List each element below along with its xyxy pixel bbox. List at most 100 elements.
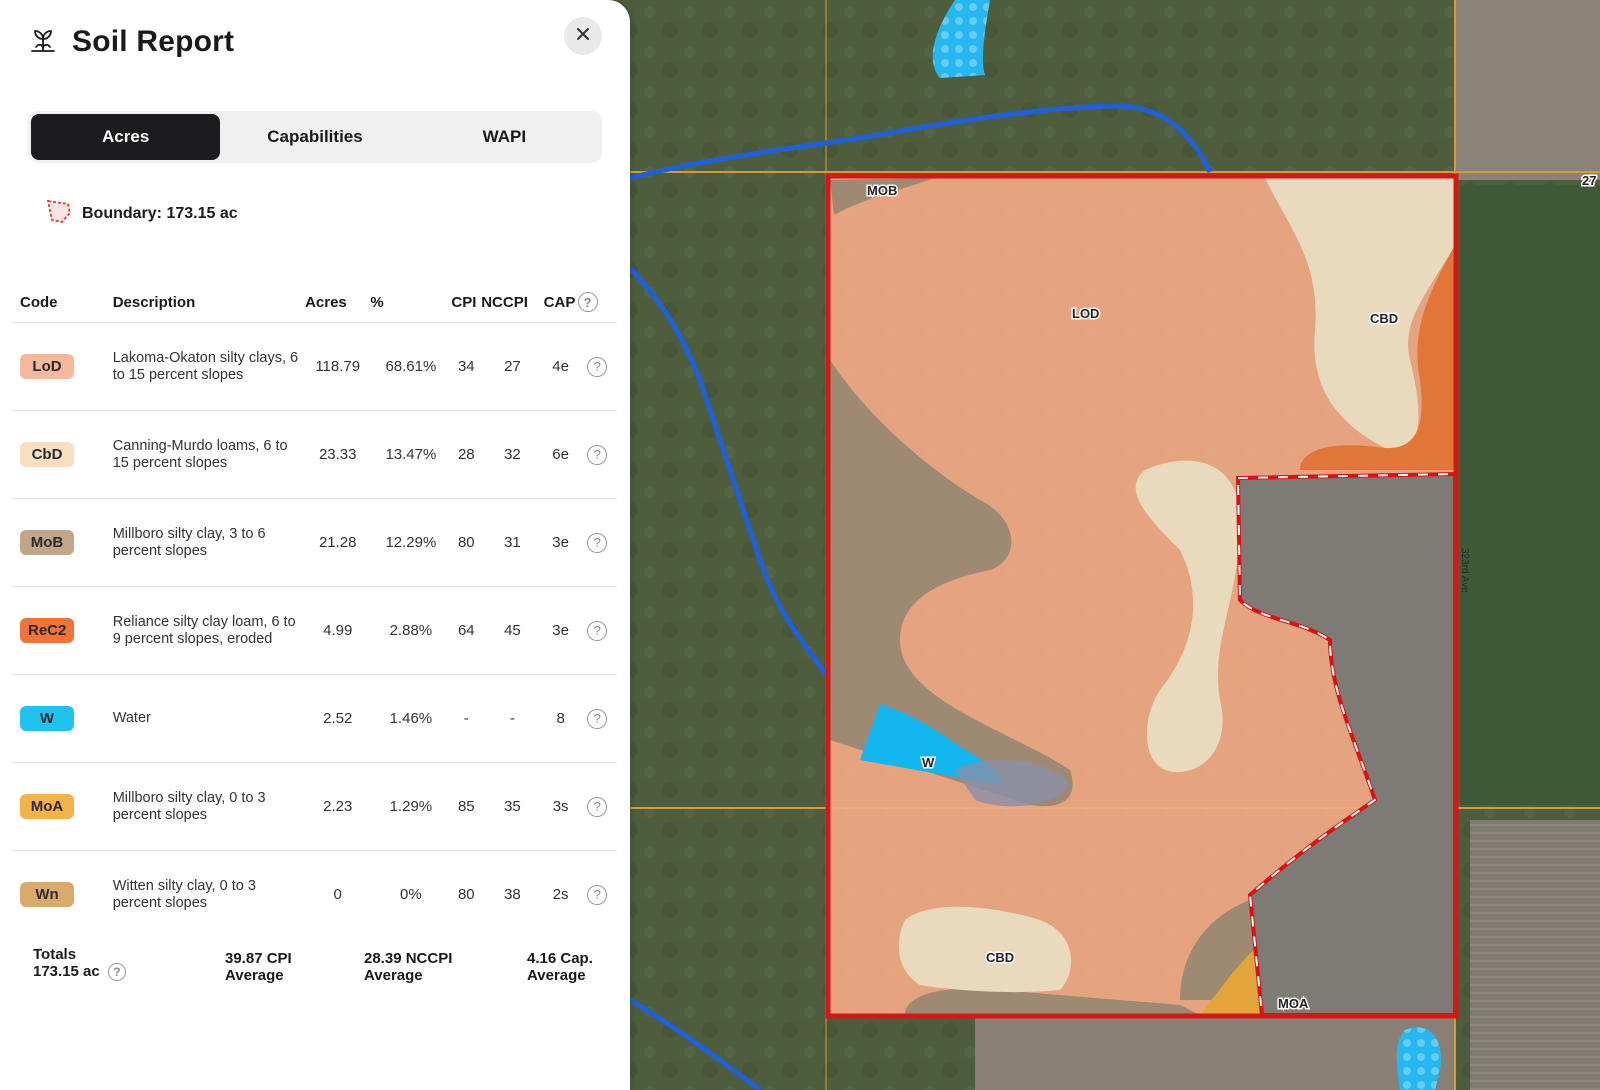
boundary-summary: Boundary: 173.15 ac: [44, 196, 238, 231]
table-row[interactable]: ReC2 Reliance silty clay loam, 6 to 9 per…: [12, 586, 617, 675]
row-help-cell: ?: [577, 850, 617, 938]
soil-table: Code Description Acres % CPI NCCPI CAP ?…: [12, 282, 617, 938]
col-cap[interactable]: CAP: [544, 282, 578, 323]
soil-cpi: 34: [451, 322, 482, 411]
map-label-cbd-bottom: CBD: [986, 950, 1014, 965]
totals-acres-line: 173.15 ac ?: [33, 963, 126, 982]
soil-cap: 3e: [543, 586, 578, 675]
help-icon[interactable]: ?: [577, 292, 598, 312]
table-row[interactable]: W Water 2.52 1.46% - -8?: [12, 674, 617, 763]
soil-code-badge: CbD: [20, 442, 74, 467]
map-label-edge: 27: [1582, 173, 1596, 188]
soil-nccpi: 38: [481, 850, 544, 938]
close-icon[interactable]: [575, 26, 591, 47]
field-boundary[interactable]: [825, 173, 1459, 1019]
tab-acres[interactable]: Acres: [31, 114, 221, 160]
soil-percent: 1.29%: [370, 762, 452, 851]
soil-percent: 13.47%: [370, 410, 452, 499]
road-label: 323rd Ave: [1459, 548, 1470, 593]
plant-icon: [28, 25, 58, 60]
soil-acres: 21.28: [305, 498, 371, 587]
soil-description: Witten silty clay, 0 to 3 percent slopes: [112, 850, 306, 938]
totals-cpi-value: 39.87 CPI: [225, 950, 292, 967]
soil-cap: 4e: [543, 322, 578, 411]
table-row[interactable]: LoD Lakoma-Okaton silty clays, 6 to 15 pe…: [12, 322, 617, 411]
col-percent[interactable]: %: [370, 282, 451, 323]
close-button[interactable]: [564, 17, 602, 55]
table-row[interactable]: MoB Millboro silty clay, 3 to 6 percent s…: [12, 498, 617, 587]
help-icon[interactable]: ?: [587, 796, 608, 817]
soil-acres: 118.79: [305, 322, 371, 411]
row-help-cell: ?: [577, 498, 617, 587]
tab-bar: Acres Capabilities WAPI: [28, 111, 602, 163]
help-icon[interactable]: ?: [587, 444, 608, 465]
soil-code-cell: W: [12, 674, 113, 763]
totals-nccpi: 28.39 NCCPI Average: [364, 950, 452, 984]
soil-code-cell: ReC2: [12, 586, 113, 675]
table-row[interactable]: MoA Millboro silty clay, 0 to 3 percent s…: [12, 762, 617, 851]
help-icon[interactable]: ?: [587, 884, 608, 905]
soil-cpi: 85: [451, 762, 482, 851]
table-row[interactable]: CbD Canning-Murdo loams, 6 to 15 percent …: [12, 410, 617, 499]
soil-code-badge: LoD: [20, 354, 74, 379]
col-description[interactable]: Description: [113, 282, 305, 323]
soil-code-cell: LoD: [12, 322, 113, 411]
soil-cpi: 80: [451, 498, 482, 587]
totals-row: Totals 173.15 ac ? 39.87 CPI Average 28.…: [0, 946, 630, 1006]
soil-percent: 1.46%: [370, 674, 452, 763]
soil-cap: 6e: [543, 410, 578, 499]
soil-code-cell: CbD: [12, 410, 113, 499]
soil-code-badge: MoA: [20, 794, 74, 819]
soil-cpi: -: [451, 674, 482, 763]
soil-description: Canning-Murdo loams, 6 to 15 percent slo…: [112, 410, 306, 499]
soil-report-panel: Soil Report Acres Capabilities WAPI Boun…: [0, 0, 630, 1090]
soil-code-cell: MoA: [12, 762, 113, 851]
soil-cap: 3s: [543, 762, 578, 851]
soil-cap: 2s: [543, 850, 578, 938]
col-code[interactable]: Code: [12, 282, 113, 323]
soil-nccpi: 35: [481, 762, 544, 851]
totals-help-icon[interactable]: ?: [107, 963, 126, 982]
help-icon[interactable]: ?: [587, 356, 608, 377]
totals-cap-label: Average: [527, 967, 586, 984]
row-help-cell: ?: [577, 322, 617, 411]
help-icon[interactable]: ?: [587, 620, 608, 641]
map-label-cbd-top: CBD: [1370, 311, 1398, 326]
soil-acres: 2.23: [305, 762, 371, 851]
tab-capabilities[interactable]: Capabilities: [220, 114, 409, 160]
totals-cpi: 39.87 CPI Average: [225, 950, 292, 984]
soil-nccpi: 27: [481, 322, 544, 411]
row-help-cell: ?: [577, 674, 617, 763]
soil-percent: 12.29%: [370, 498, 452, 587]
table-header-row: Code Description Acres % CPI NCCPI CAP ?: [12, 282, 617, 323]
soil-cpi: 80: [451, 850, 482, 938]
help-icon[interactable]: ?: [587, 532, 608, 553]
totals-label-block: Totals 173.15 ac ?: [33, 946, 126, 982]
totals-nccpi-value: 28.39 NCCPI: [364, 950, 453, 967]
soil-description: Millboro silty clay, 3 to 6 percent slop…: [112, 498, 306, 587]
totals-cap: 4.16 Cap. Average: [527, 950, 593, 984]
totals-cpi-label: Average: [225, 967, 284, 984]
row-help-cell: ?: [577, 762, 617, 851]
table-row[interactable]: Wn Witten silty clay, 0 to 3 percent slop…: [12, 850, 617, 938]
col-nccpi[interactable]: NCCPI: [481, 282, 543, 323]
soil-code-cell: MoB: [12, 498, 113, 587]
soil-description: Water: [112, 674, 306, 763]
soil-code-cell: Wn: [12, 850, 113, 938]
soil-percent: 2.88%: [370, 586, 452, 675]
map-label-lod: LOD: [1072, 306, 1099, 321]
soil-nccpi: 31: [481, 498, 544, 587]
soil-acres: 2.52: [305, 674, 371, 763]
map-label-moa: MOA: [1278, 996, 1309, 1011]
help-icon[interactable]: ?: [587, 708, 608, 729]
col-acres[interactable]: Acres: [305, 282, 370, 323]
soil-cpi: 64: [451, 586, 482, 675]
col-cpi[interactable]: CPI: [451, 282, 481, 323]
map-label-w: W: [922, 755, 935, 770]
tab-wapi[interactable]: WAPI: [410, 114, 599, 160]
map-label-mob: MOB: [867, 183, 897, 198]
soil-description: Reliance silty clay loam, 6 to 9 percent…: [112, 586, 306, 675]
soil-cap: 3e: [543, 498, 578, 587]
soil-nccpi: -: [481, 674, 544, 763]
soil-percent: 68.61%: [370, 322, 452, 411]
